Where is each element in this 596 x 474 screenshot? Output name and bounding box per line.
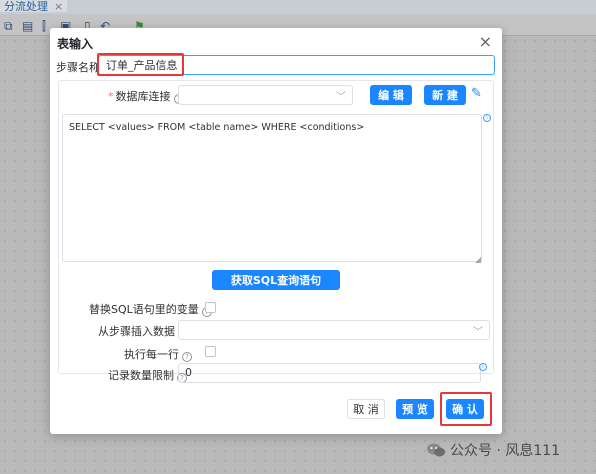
watermark-text: 公众号 · 风息111 <box>450 443 561 459</box>
watermark: 公众号 · 风息111 <box>426 440 560 460</box>
run-icon[interactable]: ⧉ <box>4 19 13 34</box>
get-sql-button[interactable]: 获取SQL查询语句 <box>212 270 340 290</box>
help-icon: ? <box>182 352 192 362</box>
replace-vars-label: 替换SQL语句里的变量? <box>89 301 212 317</box>
edit-button[interactable]: 编 辑 <box>370 85 412 105</box>
resize-handle-icon[interactable]: ◢ <box>475 255 481 264</box>
replace-vars-checkbox[interactable] <box>205 302 216 313</box>
grid-icon[interactable]: ▤ <box>22 19 33 33</box>
step-name-input[interactable] <box>98 55 495 75</box>
execute-each-row-checkbox[interactable] <box>205 346 216 357</box>
cancel-button[interactable]: 取 消 <box>347 399 385 419</box>
dialog-title: 表输入 <box>57 37 94 51</box>
table-input-dialog: 表输入 × 步骤名称: *数据库连接? ﹀ 编 辑 新 建 ✎ SELECT <… <box>50 28 502 434</box>
editor-tab[interactable]: 分流处理 × <box>0 0 68 13</box>
record-limit-text: 记录数量限制 <box>108 369 174 382</box>
record-limit-label: 记录数量限制? <box>108 367 187 383</box>
replace-vars-text: 替换SQL语句里的变量 <box>89 303 199 316</box>
chevron-down-icon: ﹀ <box>473 327 483 338</box>
chevron-down-icon: ﹀ <box>336 92 346 103</box>
sql-editor[interactable]: SELECT <values> FROM <table name> WHERE … <box>62 114 482 262</box>
tab-close-icon[interactable]: × <box>54 0 63 13</box>
preview-button[interactable]: 预 览 <box>396 399 434 419</box>
db-connection-label: *数据库连接? <box>108 88 184 104</box>
wizard-icon[interactable]: ✎ <box>471 86 482 101</box>
close-icon[interactable]: × <box>479 32 492 51</box>
record-limit-info-icon: i <box>479 363 487 371</box>
required-mark: * <box>108 90 114 103</box>
step-name-label: 步骤名称: <box>56 61 104 74</box>
sql-info-icon: i <box>483 114 491 122</box>
execute-each-row-text: 执行每一行 <box>124 348 179 361</box>
db-connection-text: 数据库连接 <box>115 90 171 103</box>
execute-each-row-label: 执行每一行? <box>124 346 192 362</box>
align-icon[interactable]: ⫿ <box>42 19 46 34</box>
db-connection-select[interactable]: ﹀ <box>178 85 353 105</box>
insert-from-step-label: 从步骤插入数据? <box>98 323 188 339</box>
editor-tab-label: 分流处理 <box>4 0 48 13</box>
new-button[interactable]: 新 建 <box>424 85 466 105</box>
editor-tab-bar: 分流处理 × <box>0 0 596 14</box>
record-limit-input[interactable]: 0 <box>178 363 481 383</box>
wechat-icon <box>427 443 445 457</box>
insert-from-step-text: 从步骤插入数据 <box>98 325 175 338</box>
insert-from-step-select[interactable]: ﹀ <box>178 320 490 340</box>
confirm-button[interactable]: 确 认 <box>446 399 484 419</box>
